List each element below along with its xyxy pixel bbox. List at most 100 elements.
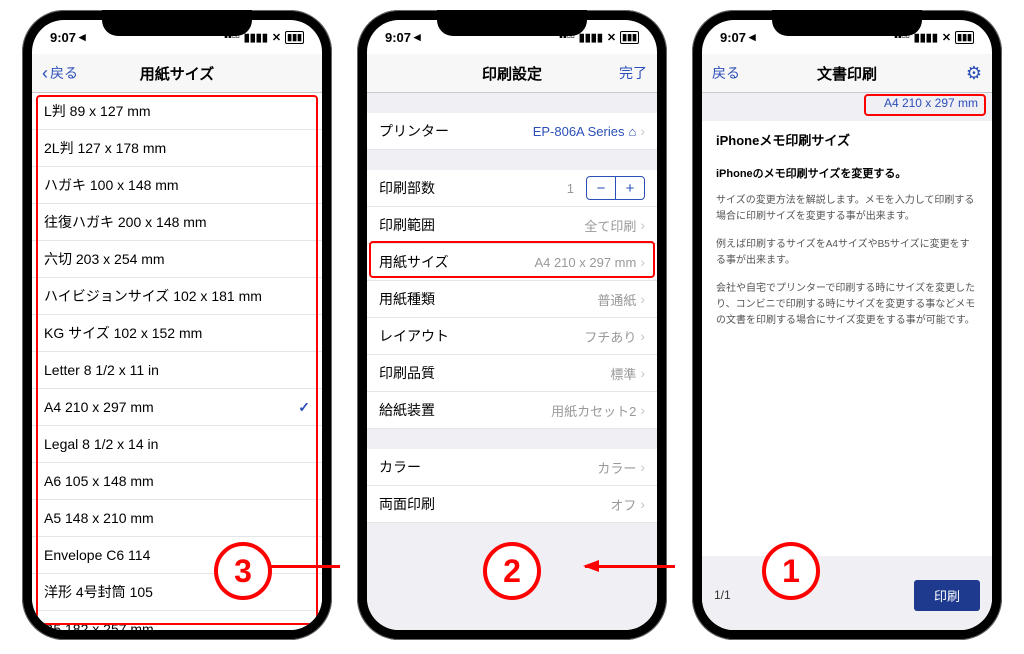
chevron-right-icon: › — [640, 254, 645, 270]
doc-heading: iPhoneのメモ印刷サイズを変更する。 — [716, 166, 978, 184]
size-label: ハイビジョンサイズ 102 x 181 mm — [44, 286, 262, 306]
size-label: 六切 203 x 254 mm — [44, 249, 165, 269]
size-label: ハガキ 100 x 148 mm — [44, 175, 179, 195]
status-time: 9:07 — [385, 30, 411, 45]
stepper[interactable]: −+ — [586, 176, 645, 200]
chevron-right-icon: › — [640, 496, 645, 512]
settings-row[interactable]: 印刷範囲全て印刷 › — [367, 207, 657, 244]
phone-print-settings: 9:07◂ ▪▪▫▫▮▮▮▮✕▮▮▮ 印刷設定 完了 プリンター EP-806A… — [357, 10, 667, 640]
row-value: 普通紙 › — [597, 290, 645, 309]
size-label: 2L判 127 x 178 mm — [44, 138, 166, 158]
chevron-right-icon: › — [640, 365, 645, 381]
row-value: 用紙カセット2 › — [551, 401, 645, 420]
row-label: レイアウト — [379, 326, 449, 346]
row-label: 用紙サイズ — [379, 252, 449, 272]
paper-size-option[interactable]: 往復ハガキ 200 x 148 mm — [32, 204, 322, 241]
location-icon: ◂ — [414, 29, 421, 45]
row-label: 両面印刷 — [379, 494, 435, 514]
paper-size-option[interactable]: B5 182 x 257 mm — [32, 611, 322, 630]
row-label: 印刷部数 — [379, 178, 435, 198]
nav-bar: ‹戻る 用紙サイズ — [32, 54, 322, 93]
row-value: 1−+ — [567, 176, 645, 200]
settings-row[interactable]: 印刷品質 標準 › — [367, 355, 657, 392]
paper-size-option[interactable]: Legal 8 1/2 x 14 in — [32, 426, 322, 463]
paper-size-option[interactable]: ハイビジョンサイズ 102 x 181 mm — [32, 278, 322, 315]
paper-size-indicator[interactable]: A4 210 x 297 mm — [880, 93, 982, 113]
back-button[interactable]: 戻る — [712, 63, 762, 83]
notch — [437, 10, 587, 36]
size-label: Letter 8 1/2 x 11 in — [44, 362, 159, 378]
size-label: 往復ハガキ 200 x 148 mm — [44, 212, 207, 232]
chevron-right-icon: › — [640, 123, 645, 139]
paper-size-option[interactable]: A6 105 x 148 mm — [32, 463, 322, 500]
paper-size-option[interactable]: A4 210 x 297 mm✓ — [32, 389, 322, 426]
chevron-right-icon: › — [640, 291, 645, 307]
phone-paper-size: 9:07◂ ▪▪▫▫▮▮▮▮✕▮▮▮ ‹戻る 用紙サイズ L判 89 x 127… — [22, 10, 332, 640]
row-value: カラー › — [597, 458, 645, 477]
location-icon: ◂ — [749, 29, 756, 45]
row-label: カラー — [379, 457, 421, 477]
paper-size-option[interactable]: 2L判 127 x 178 mm — [32, 130, 322, 167]
size-label: A4 210 x 297 mm — [44, 399, 154, 415]
size-label: A5 148 x 210 mm — [44, 510, 154, 526]
row-value: 標準 › — [610, 364, 645, 383]
printer-value: EP-806A Series — [533, 124, 625, 139]
print-button[interactable]: 印刷 — [914, 580, 980, 611]
step-badge-3: 3 — [214, 542, 272, 600]
printer-label: プリンター — [379, 121, 449, 141]
status-time: 9:07 — [50, 30, 76, 45]
settings-row[interactable]: レイアウト フチあり › — [367, 318, 657, 355]
settings-row[interactable]: 用紙種類 普通紙 › — [367, 281, 657, 318]
back-label: 戻る — [50, 63, 78, 83]
size-label: A6 105 x 148 mm — [44, 473, 154, 489]
row-label: 用紙種類 — [379, 289, 435, 309]
paper-size-option[interactable]: A5 148 x 210 mm — [32, 500, 322, 537]
chevron-right-icon: › — [640, 217, 645, 233]
location-icon: ◂ — [79, 29, 86, 45]
row-label: 給紙装置 — [379, 400, 435, 420]
document-preview: iPhoneメモ印刷サイズ iPhoneのメモ印刷サイズを変更する。 サイズの変… — [702, 121, 992, 556]
paper-size-option[interactable]: 洋形 4号封筒 105 — [32, 574, 322, 611]
phone-document-print: 9:07◂ ▪▪▫▫▮▮▮▮✕▮▮▮ 戻る 文書印刷 ⚙ A4 210 x 29… — [692, 10, 1002, 640]
page-indicator: 1/1 — [714, 588, 731, 602]
notch — [102, 10, 252, 36]
doc-paragraph: 例えば印刷するサイズをA4サイズやB5サイズに変更をする事が出来ます。 — [716, 237, 978, 269]
page-title: 文書印刷 — [817, 63, 877, 84]
settings-row[interactable]: 用紙サイズ A4 210 x 297 mm › — [367, 244, 657, 281]
size-label: L判 89 x 127 mm — [44, 101, 151, 121]
paper-size-option[interactable]: 六切 203 x 254 mm — [32, 241, 322, 278]
settings-row[interactable]: カラー カラー › — [367, 449, 657, 486]
home-icon: ⌂ — [628, 124, 636, 139]
nav-bar: 戻る 文書印刷 ⚙ — [702, 54, 992, 93]
paper-size-list: L判 89 x 127 mm 2L判 127 x 178 mm ハガキ 100 x … — [32, 93, 322, 630]
doc-title: iPhoneメモ印刷サイズ — [716, 131, 978, 152]
notch — [772, 10, 922, 36]
chevron-left-icon: ‹ — [42, 63, 48, 84]
paper-size-option[interactable]: Letter 8 1/2 x 11 in — [32, 352, 322, 389]
settings-row[interactable]: 給紙装置 用紙カセット2 › — [367, 392, 657, 429]
settings-row[interactable]: 印刷部数 1−+ — [367, 170, 657, 207]
row-value: A4 210 x 297 mm › — [534, 254, 645, 270]
size-label: B5 182 x 257 mm — [44, 621, 154, 630]
paper-size-option[interactable]: ハガキ 100 x 148 mm — [32, 167, 322, 204]
row-label: 印刷品質 — [379, 363, 435, 383]
paper-size-option[interactable]: Envelope C6 114 — [32, 537, 322, 574]
row-value: オフ › — [610, 495, 645, 514]
chevron-right-icon: › — [640, 459, 645, 475]
done-button[interactable]: 完了 — [597, 63, 647, 83]
printer-row[interactable]: プリンター EP-806A Series ⌂ › — [367, 113, 657, 150]
paper-size-option[interactable]: KG サイズ 102 x 152 mm — [32, 315, 322, 352]
back-button[interactable]: ‹戻る — [42, 63, 92, 84]
row-value: フチあり › — [584, 327, 645, 346]
minus-button[interactable]: − — [587, 177, 615, 199]
done-label: 完了 — [619, 63, 647, 83]
paper-size-option[interactable]: L判 89 x 127 mm — [32, 93, 322, 130]
gear-icon[interactable]: ⚙ — [966, 63, 982, 84]
settings-row[interactable]: 両面印刷 オフ › — [367, 486, 657, 523]
size-label: KG サイズ 102 x 152 mm — [44, 323, 202, 343]
bottom-bar: 1/1 印刷 — [702, 574, 992, 630]
plus-button[interactable]: + — [615, 177, 644, 199]
size-label: 洋形 4号封筒 105 — [44, 582, 153, 602]
arrow-icon — [585, 565, 675, 568]
chevron-right-icon: › — [640, 328, 645, 344]
